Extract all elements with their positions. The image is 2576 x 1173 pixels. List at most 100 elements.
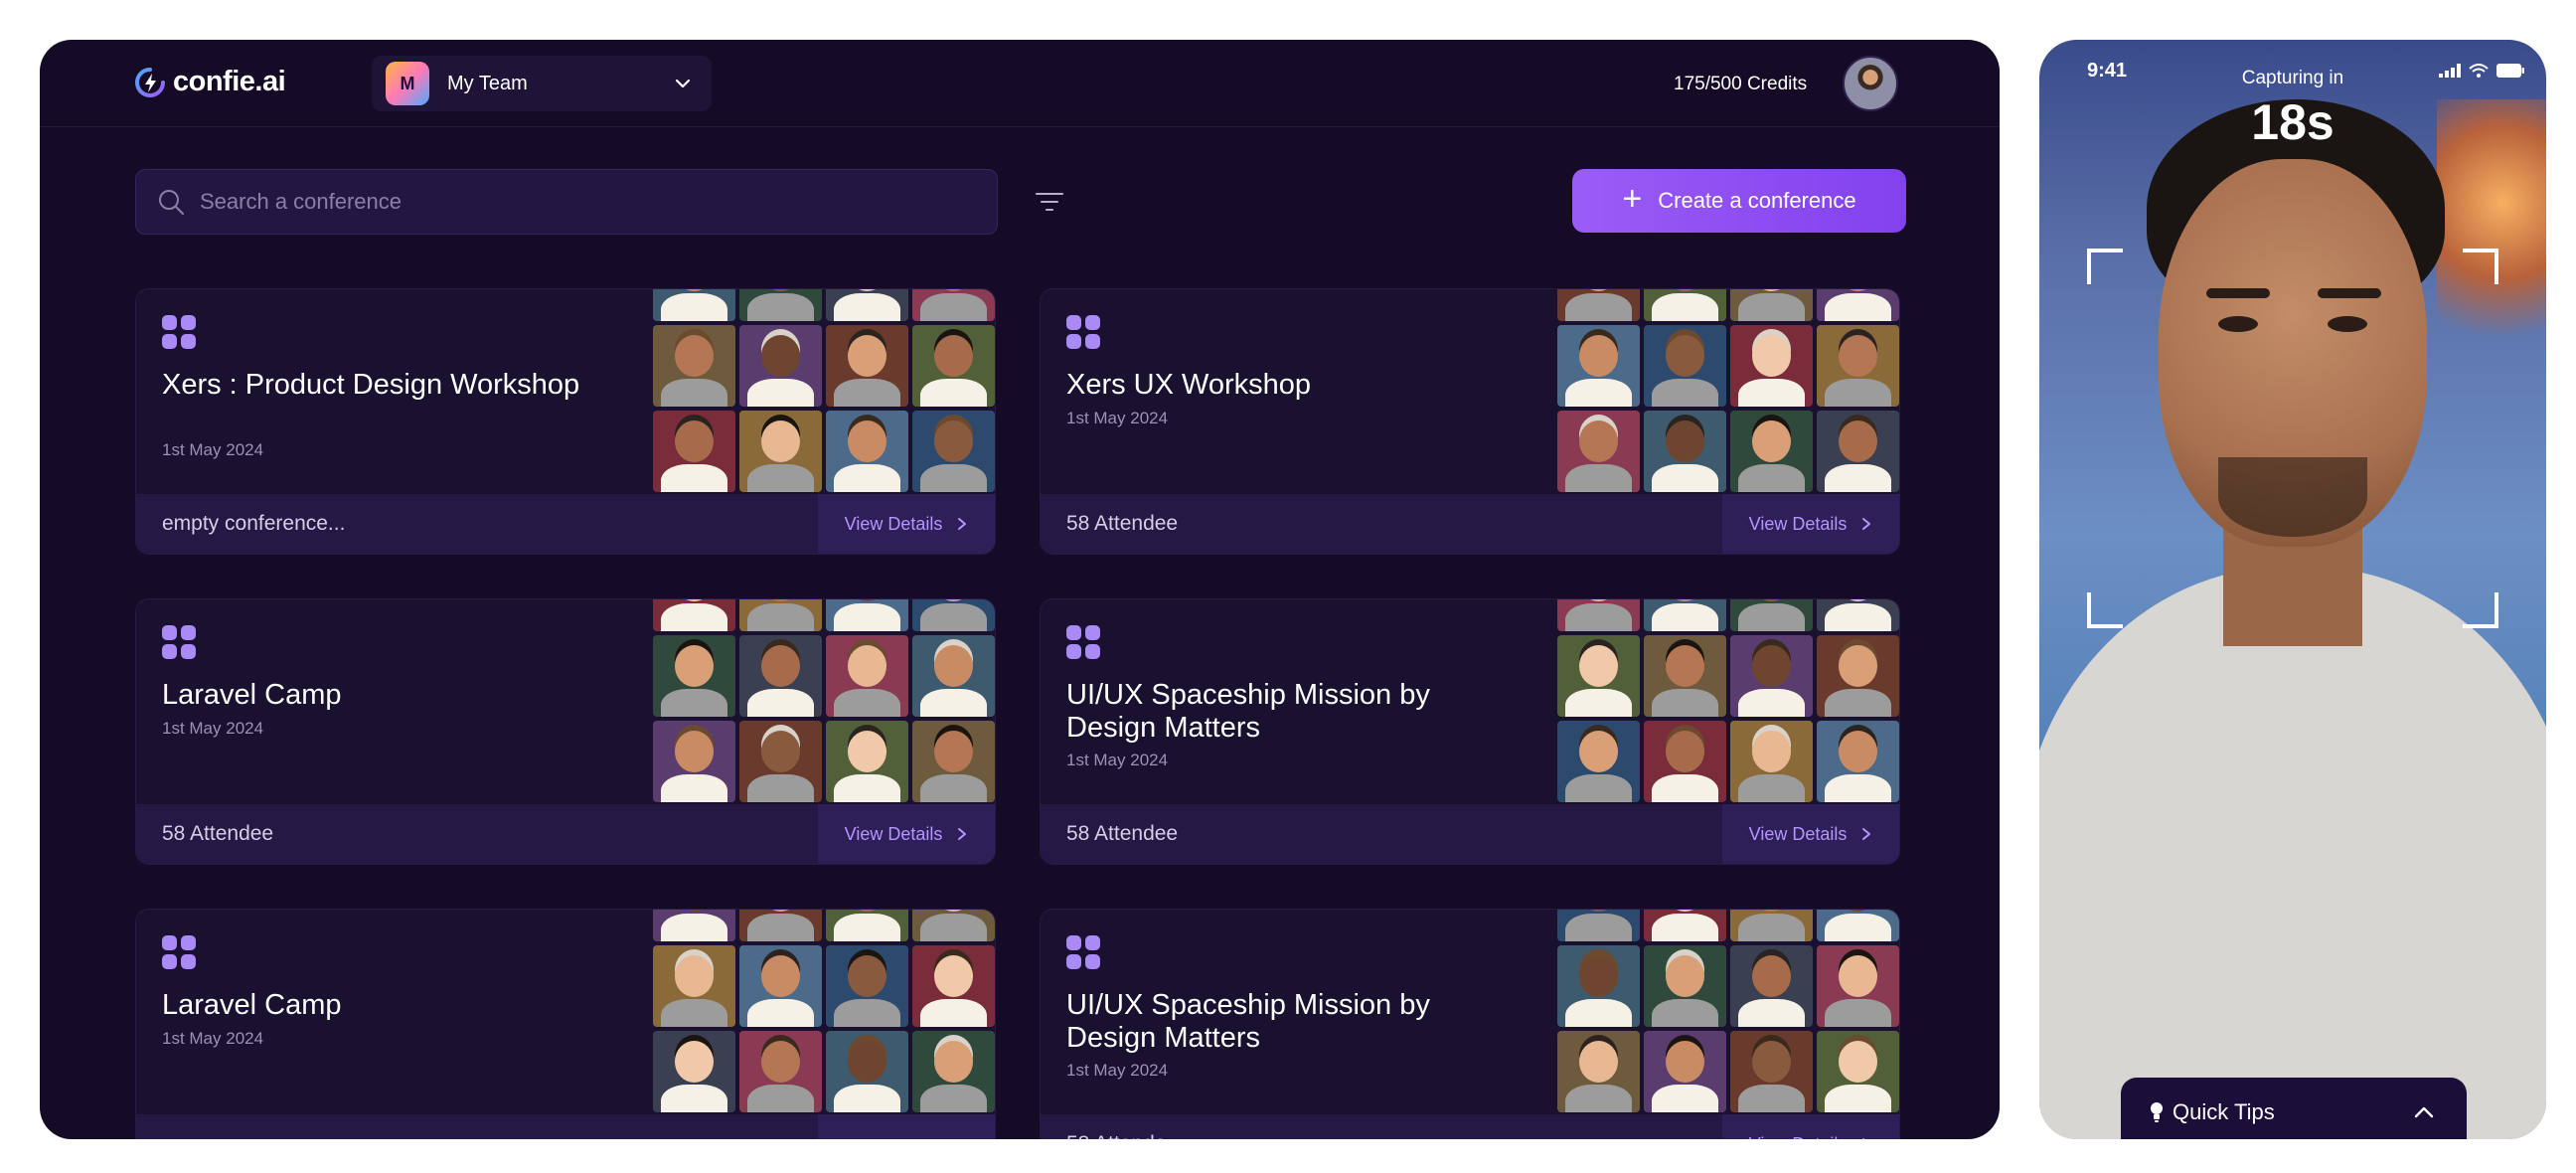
filter-icon[interactable] [1034,187,1065,217]
attendee-photo [1644,721,1726,802]
attendee-photo [653,289,735,321]
view-details-button[interactable]: View Details [1722,1114,1899,1139]
attendee-photo-head [1751,289,1792,292]
chevron-up-icon[interactable] [2413,1105,2435,1119]
attendee-photo [739,289,822,321]
attendee-photo-head [674,910,715,913]
view-details-button[interactable]: View Details [818,804,995,864]
attendee-photo-body [1738,379,1805,407]
conference-card[interactable]: UI/UX Spaceship Mission by Design Matter… [1040,598,1900,865]
face-frame-corner [2087,249,2123,284]
attendee-photo-head [847,289,887,292]
attendee-photo [912,411,995,492]
conference-date: 1st May 2024 [162,719,264,738]
attendee-photo-body [661,999,727,1027]
attendee-photo [1817,635,1899,717]
conference-card[interactable]: UI/UX Spaceship Mission by Design Matter… [1040,909,1900,1139]
plus-icon: + [1622,180,1643,218]
attendee-photo [826,411,908,492]
conference-card[interactable]: Xers : Product Design Workshop 1st May 20… [135,288,996,555]
conference-footer: 58 Attende View Details [1041,1114,1899,1139]
attendee-photo-body [920,914,987,941]
attendee-photo-body [1565,464,1632,492]
view-details-button[interactable]: View Details [1722,494,1899,554]
attendee-photo-head [1665,910,1705,913]
view-details-label: View Details [1748,823,1848,844]
attendee-photo [1557,635,1640,717]
search-bar[interactable] [135,169,998,235]
attendee-photo-head [1838,730,1878,773]
attendee-photo-head [674,419,715,463]
attendee-photo-body [747,603,814,631]
attendee-photo [826,1031,908,1112]
conference-grid-icon [162,315,196,349]
attendee-photo-body [1565,774,1632,802]
attendee-photo [826,635,908,717]
attendee-photo [1730,721,1813,802]
conference-card[interactable]: Laravel Camp 1st May 2024 [135,909,996,1139]
conference-footer: 58 Attendee View Details [1041,494,1899,554]
attendee-photo [653,325,735,407]
search-input[interactable] [200,189,997,215]
view-details-button[interactable] [818,1114,995,1139]
attendee-mosaic [1557,599,1899,806]
attendee-photo-head [1838,289,1878,292]
attendee-photo-head [1578,1040,1619,1084]
view-details-button[interactable]: View Details [1722,804,1899,864]
attendee-photo-head [847,644,887,688]
attendee-photo-head [1751,599,1792,602]
attendee-photo-head [674,289,715,292]
attendee-photo-head [933,289,974,292]
person-beard [2218,457,2367,537]
attendee-photo-body [747,464,814,492]
attendee-photo-head [1838,644,1878,688]
attendee-photo [653,721,735,802]
attendee-photo-body [1825,689,1891,717]
attendee-photo-head [1751,910,1792,913]
attendee-photo [1817,325,1899,407]
attendee-photo-body [834,293,900,321]
attendee-photo-body [834,603,900,631]
attendee-photo-body [920,603,987,631]
top-bar: confie.ai M My Team 175/500 Credits [40,40,2000,127]
attendee-photo-body [1652,1085,1718,1112]
app-logo[interactable]: confie.ai [135,66,286,98]
conference-card[interactable]: Xers UX Workshop 1st May 2024 58 Attendee V… [1040,288,1900,555]
mobile-capture-screen: 9:41 Capturing in 18s Quick Tips [2039,40,2546,1139]
attendee-photo-head [674,644,715,688]
attendee-photo-body [1565,603,1632,631]
user-avatar[interactable] [1843,56,1898,111]
create-conference-label: Create a conference [1658,188,1856,213]
attendee-photo [912,1031,995,1112]
attendee-photo-head [760,644,801,688]
attendee-photo-head [760,334,801,378]
attendee-photo-head [1665,644,1705,688]
attendee-photo-head [1578,289,1619,292]
attendee-photo-body [834,914,900,941]
chevron-right-icon [958,518,967,530]
attendee-photo [653,599,735,631]
attendee-photo [826,289,908,321]
create-conference-button[interactable]: + Create a conference [1572,169,1906,233]
attendee-photo-body [1825,293,1891,321]
attendee-photo-head [1838,334,1878,378]
team-selector[interactable]: M My Team [372,56,712,111]
quick-tips-drawer[interactable]: Quick Tips [2121,1078,2467,1139]
attendee-photo-head [847,910,887,913]
attendee-photo-head [1578,334,1619,378]
conference-card[interactable]: Laravel Camp 1st May 2024 58 Attendee View … [135,598,996,865]
attendee-photo [912,325,995,407]
attendee-photo-head [1578,644,1619,688]
attendee-photo [1730,945,1813,1027]
view-details-button[interactable]: View Details [818,494,995,554]
attendee-photo [1644,945,1726,1027]
attendee-photo-body [1565,689,1632,717]
attendee-photo-head [1838,419,1878,463]
attendee-photo-head [933,910,974,913]
attendee-photo [1557,945,1640,1027]
attendee-photo [739,411,822,492]
attendee-photo-body [1652,774,1718,802]
attendee-photo-head [760,289,801,292]
attendee-photo-head [1751,419,1792,463]
view-details-label: View Details [1748,513,1848,534]
